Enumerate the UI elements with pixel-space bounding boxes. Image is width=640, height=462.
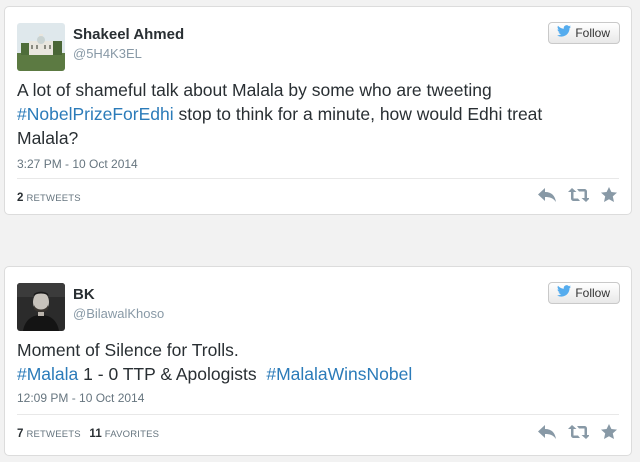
follow-button[interactable]: Follow bbox=[548, 22, 620, 44]
hashtag-link[interactable]: #MalalaWinsNobel bbox=[266, 364, 412, 384]
author-name[interactable]: Shakeel Ahmed bbox=[73, 26, 184, 43]
favorite-label[interactable]: FAVORITES bbox=[105, 429, 159, 440]
tweet-text: A lot of shameful talk about Malala by s… bbox=[17, 78, 591, 150]
twitter-bird-icon bbox=[557, 22, 572, 44]
tweet-card: BK @BilawalKhoso Follow Moment of Silenc… bbox=[4, 266, 632, 456]
follow-label: Follow bbox=[575, 26, 610, 40]
tweet-text-part: A lot of shameful talk about Malala by s… bbox=[17, 80, 492, 100]
author-name[interactable]: BK bbox=[73, 286, 95, 303]
tweet-stats: 7 RETWEETS 11 FAVORITES bbox=[17, 428, 159, 440]
author-handle[interactable]: @BilawalKhoso bbox=[73, 306, 164, 321]
retweet-count: 7 bbox=[17, 428, 24, 440]
author-handle[interactable]: @5H4K3EL bbox=[73, 46, 142, 61]
tweet-text-line: Moment of Silence for Trolls. bbox=[17, 340, 239, 360]
retweet-icon[interactable] bbox=[568, 187, 589, 202]
follow-button[interactable]: Follow bbox=[548, 282, 620, 304]
reply-icon[interactable] bbox=[538, 187, 556, 202]
tweet-stats: 2 RETWEETS bbox=[17, 192, 81, 204]
retweet-count: 2 bbox=[17, 192, 24, 204]
tweet-actions bbox=[538, 187, 617, 202]
star-icon[interactable] bbox=[601, 187, 617, 202]
avatar[interactable] bbox=[17, 23, 65, 71]
star-icon[interactable] bbox=[601, 424, 617, 439]
tweet-text: Moment of Silence for Trolls. #Malala 1 … bbox=[17, 338, 591, 386]
divider bbox=[17, 178, 619, 179]
follow-label: Follow bbox=[575, 286, 610, 300]
avatar[interactable] bbox=[17, 283, 65, 331]
retweet-icon[interactable] bbox=[568, 424, 589, 439]
tweet-card: Shakeel Ahmed @5H4K3EL Follow A lot of s… bbox=[4, 6, 632, 215]
retweet-label[interactable]: RETWEETS bbox=[26, 429, 80, 440]
reply-icon[interactable] bbox=[538, 424, 556, 439]
favorite-count: 11 bbox=[89, 428, 102, 440]
divider bbox=[17, 414, 619, 415]
twitter-bird-icon bbox=[557, 282, 572, 304]
tweet-actions bbox=[538, 424, 617, 439]
tweet-timestamp[interactable]: 3:27 PM - 10 Oct 2014 bbox=[17, 157, 138, 171]
retweet-label[interactable]: RETWEETS bbox=[26, 193, 80, 204]
hashtag-link[interactable]: #NobelPrizeForEdhi bbox=[17, 104, 174, 124]
hashtag-link[interactable]: #Malala bbox=[17, 364, 78, 384]
tweet-timestamp[interactable]: 12:09 PM - 10 Oct 2014 bbox=[17, 391, 144, 405]
tweet-text-line: #Malala 1 - 0 TTP & Apologists #MalalaWi… bbox=[17, 362, 591, 386]
tweet-text-part: 1 - 0 TTP & Apologists bbox=[78, 364, 267, 384]
